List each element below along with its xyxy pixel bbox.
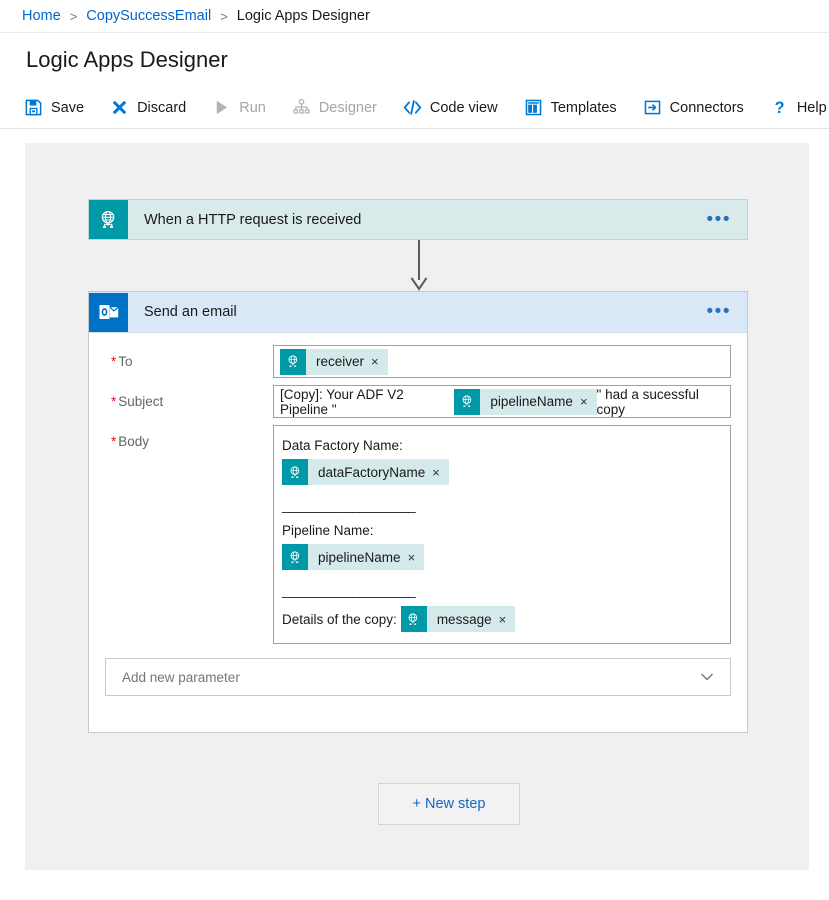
save-button[interactable]: Save <box>24 98 84 117</box>
trigger-card-http-request[interactable]: When a HTTP request is received ••• <box>88 199 748 240</box>
code-view-icon <box>403 98 422 117</box>
action-card-menu-button[interactable]: ••• <box>707 307 747 317</box>
run-button: Run <box>212 98 266 117</box>
save-icon <box>24 98 43 117</box>
help-question-icon: ? <box>770 98 789 117</box>
token-label: pipelineName <box>308 547 408 568</box>
http-token-icon <box>454 389 480 415</box>
action-card-header[interactable]: Send an email ••• <box>89 292 747 333</box>
save-label: Save <box>51 100 84 116</box>
body-divider-2: ___________________ <box>282 580 722 601</box>
help-button[interactable]: ? Help <box>770 98 827 117</box>
designer-label: Designer <box>319 100 377 116</box>
body-line-details-of-copy: Details of the copy: message × <box>282 605 722 633</box>
new-step-button[interactable]: + New step <box>378 783 520 825</box>
action-card-body: *To receiver × <box>89 333 747 696</box>
page-title-bar: Logic Apps Designer <box>0 33 829 87</box>
token-datafactoryname[interactable]: dataFactoryName × <box>282 459 449 485</box>
http-token-icon <box>282 544 308 570</box>
field-row-body: *Body Data Factory Name: dataFactoryName <box>105 425 731 644</box>
body-field-label: *Body <box>105 425 273 449</box>
subject-field-control: [Copy]: Your ADF V2 Pipeline " pipelineN… <box>273 385 731 418</box>
code-view-label: Code view <box>430 100 498 116</box>
token-remove-icon[interactable]: × <box>371 355 388 368</box>
breadcrumb-item-current: Logic Apps Designer <box>237 8 370 24</box>
breadcrumb: Home > CopySuccessEmail > Logic Apps Des… <box>0 0 829 33</box>
required-asterisk: * <box>111 394 116 409</box>
connectors-button[interactable]: Connectors <box>643 98 744 117</box>
breadcrumb-item-copysuccessemail[interactable]: CopySuccessEmail <box>86 8 211 24</box>
http-request-icon <box>89 200 128 239</box>
token-label: pipelineName <box>480 394 580 409</box>
breadcrumb-item-home[interactable]: Home <box>22 8 61 24</box>
required-asterisk: * <box>111 434 116 449</box>
field-row-to: *To receiver × <box>105 345 731 378</box>
subject-input[interactable]: [Copy]: Your ADF V2 Pipeline " pipelineN… <box>273 385 731 418</box>
token-label: receiver <box>306 354 371 369</box>
logic-apps-designer-page: Home > CopySuccessEmail > Logic Apps Des… <box>0 0 829 900</box>
run-label: Run <box>239 100 266 116</box>
required-asterisk: * <box>111 354 116 369</box>
templates-icon <box>524 98 543 117</box>
subject-field-label: *Subject <box>105 385 273 409</box>
body-token-row-1: dataFactoryName × <box>282 458 722 486</box>
action-card-title: Send an email <box>128 304 707 320</box>
discard-label: Discard <box>137 100 186 116</box>
designer-canvas: When a HTTP request is received ••• <box>25 143 809 870</box>
code-view-button[interactable]: Code view <box>403 98 498 117</box>
trigger-card-menu-button[interactable]: ••• <box>707 215 747 225</box>
to-field-label: *To <box>105 345 273 369</box>
token-remove-icon[interactable]: × <box>408 551 425 564</box>
token-remove-icon[interactable]: × <box>432 466 449 479</box>
connectors-icon <box>643 98 662 117</box>
subject-text-before: [Copy]: Your ADF V2 Pipeline " <box>280 387 454 417</box>
discard-button[interactable]: Discard <box>110 98 186 117</box>
add-new-parameter-dropdown[interactable]: Add new parameter <box>105 658 731 696</box>
templates-label: Templates <box>551 100 617 116</box>
token-label: dataFactoryName <box>308 462 432 483</box>
templates-button[interactable]: Templates <box>524 98 617 117</box>
field-row-subject: *Subject [Copy]: Your ADF V2 Pipeline " … <box>105 385 731 418</box>
http-token-icon <box>282 459 308 485</box>
body-details-label: Details of the copy: <box>282 609 397 630</box>
subject-text-after: " had a sucessful copy <box>597 387 724 417</box>
help-label: Help <box>797 100 827 116</box>
breadcrumb-separator-icon: > <box>220 9 228 24</box>
to-input[interactable]: receiver × <box>273 345 731 378</box>
connectors-label: Connectors <box>670 100 744 116</box>
token-pipelinename-subject[interactable]: pipelineName × <box>454 389 596 415</box>
command-toolbar: Save Discard Run Designer Code view <box>0 87 829 129</box>
body-input[interactable]: Data Factory Name: dataFactoryName × <box>273 425 731 644</box>
action-card-send-email: Send an email ••• *To <box>88 291 748 733</box>
body-line-data-factory-name: Data Factory Name: <box>282 435 722 456</box>
to-field-control: receiver × <box>273 345 731 378</box>
trigger-card-title: When a HTTP request is received <box>128 212 707 228</box>
http-token-icon <box>401 606 427 632</box>
page-title: Logic Apps Designer <box>26 47 228 73</box>
token-remove-icon[interactable]: × <box>499 613 516 626</box>
designer-icon <box>292 98 311 117</box>
run-play-icon <box>212 98 231 117</box>
body-line-pipeline-name: Pipeline Name: <box>282 520 722 541</box>
token-remove-icon[interactable]: × <box>580 395 597 408</box>
svg-text:?: ? <box>774 99 784 117</box>
outlook-icon <box>89 293 128 332</box>
designer-button: Designer <box>292 98 377 117</box>
add-new-parameter-label: Add new parameter <box>122 670 698 685</box>
discard-x-icon <box>110 98 129 117</box>
token-message[interactable]: message × <box>401 606 515 632</box>
token-label: message <box>427 609 499 630</box>
token-receiver[interactable]: receiver × <box>280 349 388 375</box>
body-token-row-2: pipelineName × <box>282 543 722 571</box>
http-token-icon <box>280 349 306 375</box>
token-pipelinename-body[interactable]: pipelineName × <box>282 544 424 570</box>
body-field-control: Data Factory Name: dataFactoryName × <box>273 425 731 644</box>
chevron-down-icon <box>698 668 716 686</box>
breadcrumb-separator-icon: > <box>70 9 78 24</box>
connector-arrow-icon <box>407 240 431 291</box>
body-divider-1: ___________________ <box>282 495 722 516</box>
